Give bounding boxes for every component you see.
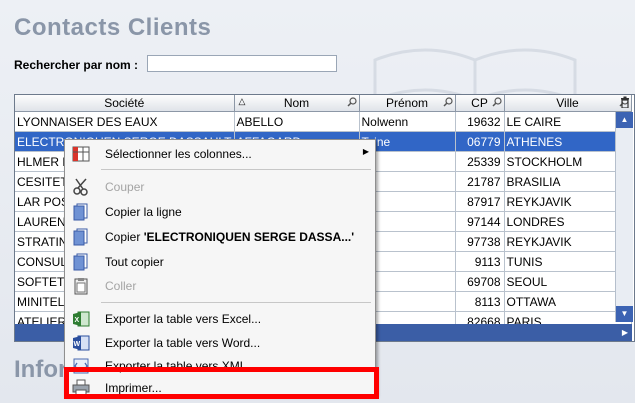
menu-item-copy-all[interactable]: Tout copier — [65, 250, 375, 274]
cell-ville[interactable]: BRASILIA — [504, 171, 632, 192]
word-icon: W — [73, 335, 90, 351]
menu-label: Copier la ligne — [105, 205, 182, 219]
table-row[interactable]: LYONNAISER DES EAUX ABELLO Nolwenn 19632 LE … — [15, 111, 632, 132]
column-header-prenom[interactable]: Prénom — [359, 95, 456, 112]
cell-cp[interactable]: 06779 — [455, 131, 505, 152]
table-columns-icon — [72, 146, 90, 162]
cell-cp[interactable]: 87917 — [455, 191, 505, 212]
menu-item-export-excel[interactable]: X Exporter la table vers Excel... — [65, 307, 375, 331]
svg-text:X: X — [75, 317, 80, 324]
column-header-societe[interactable]: Société — [15, 95, 235, 112]
context-menu: Sélectionner les colonnes... ▶ Couper Co… — [64, 139, 376, 395]
copy-icon — [73, 203, 88, 221]
menu-separator — [101, 169, 371, 170]
menu-item-copy-line[interactable]: Copier la ligne — [65, 200, 375, 224]
cell-cp[interactable]: 9113 — [455, 251, 505, 272]
cell-ville[interactable]: OTTAWA — [504, 291, 632, 312]
scroll-right-button[interactable]: ▶ — [622, 328, 628, 337]
excel-icon: X — [73, 311, 90, 327]
menu-label: Couper — [105, 180, 145, 194]
cell-ville[interactable]: LE CAIRE — [504, 111, 632, 132]
menu-item-select-columns[interactable]: Sélectionner les colonnes... ▶ — [65, 142, 375, 166]
menu-item-copy-cell[interactable]: Copier 'ELECTRONIQUEN SERGE DASSA...' — [65, 225, 375, 249]
cell-cp[interactable]: 8113 — [455, 291, 505, 312]
scissors-icon — [73, 178, 88, 196]
cell-ville[interactable]: TUNIS — [504, 251, 632, 272]
table-header-row: Société △ Nom Prénom CP Ville — [15, 95, 632, 112]
trash-icon[interactable] — [620, 96, 630, 108]
menu-label: Sélectionner les colonnes... — [105, 147, 252, 161]
cell-ville[interactable]: REYKJAVIK — [504, 191, 632, 212]
column-header-ville[interactable]: Ville — [504, 95, 632, 112]
copy-cell-value: 'ELECTRONIQUEN SERGE DASSA...' — [143, 230, 355, 244]
page-title: Contacts Clients — [14, 14, 212, 41]
cell-ville[interactable]: LONDRES — [504, 211, 632, 232]
cell-prenom[interactable]: Nolwenn — [359, 111, 456, 132]
filter-magnifier-icon[interactable] — [346, 97, 357, 107]
copy-icon — [73, 228, 88, 246]
cell-societe[interactable]: LYONNAISER DES EAUX — [15, 111, 235, 132]
column-header-cp[interactable]: CP — [455, 95, 505, 112]
search-input[interactable] — [147, 55, 337, 72]
menu-item-cut: Couper — [65, 175, 375, 199]
menu-label: Exporter la table vers Word... — [105, 336, 261, 350]
filter-magnifier-icon[interactable] — [442, 97, 453, 107]
vertical-scrollbar[interactable]: ▲ ▼ — [615, 112, 633, 322]
cell-cp[interactable]: 21787 — [455, 171, 505, 192]
copy-icon — [73, 253, 88, 271]
menu-item-export-word[interactable]: W Exporter la table vers Word... — [65, 331, 375, 355]
menu-separator — [101, 302, 371, 303]
cell-ville[interactable]: REYKJAVIK — [504, 231, 632, 252]
column-header-nom[interactable]: △ Nom — [234, 95, 360, 112]
cell-ville[interactable]: SEOUL — [504, 271, 632, 292]
cell-nom[interactable]: ABELLO — [234, 111, 360, 132]
clipboard-icon — [74, 278, 88, 295]
search-label: Rechercher par nom : — [14, 58, 139, 72]
submenu-arrow-icon: ▶ — [362, 147, 369, 156]
svg-text:W: W — [74, 341, 81, 348]
menu-label: Exporter la table vers Excel... — [105, 312, 262, 326]
menu-label: Tout copier — [105, 255, 164, 269]
cell-cp[interactable]: 97738 — [455, 231, 505, 252]
scroll-up-button[interactable]: ▲ — [616, 112, 633, 128]
cell-ville[interactable]: STOCKHOLM — [504, 151, 632, 172]
cell-cp[interactable]: 19632 — [455, 111, 505, 132]
cell-cp[interactable]: 97144 — [455, 211, 505, 232]
menu-label: Coller — [105, 279, 137, 293]
cell-cp[interactable]: 69708 — [455, 271, 505, 292]
menu-label: Copier 'ELECTRONIQUEN SERGE DASSA...' — [105, 230, 355, 244]
highlight-annotation-box — [64, 367, 379, 399]
cell-ville[interactable]: ATHENES — [504, 131, 632, 152]
info-section-title: Infor — [14, 356, 68, 383]
cell-cp[interactable]: 25339 — [455, 151, 505, 172]
menu-item-paste: Coller — [65, 274, 375, 298]
scroll-down-button[interactable]: ▼ — [616, 306, 633, 322]
sort-ascending-icon[interactable]: △ — [239, 96, 246, 107]
filter-magnifier-icon[interactable] — [491, 97, 502, 107]
